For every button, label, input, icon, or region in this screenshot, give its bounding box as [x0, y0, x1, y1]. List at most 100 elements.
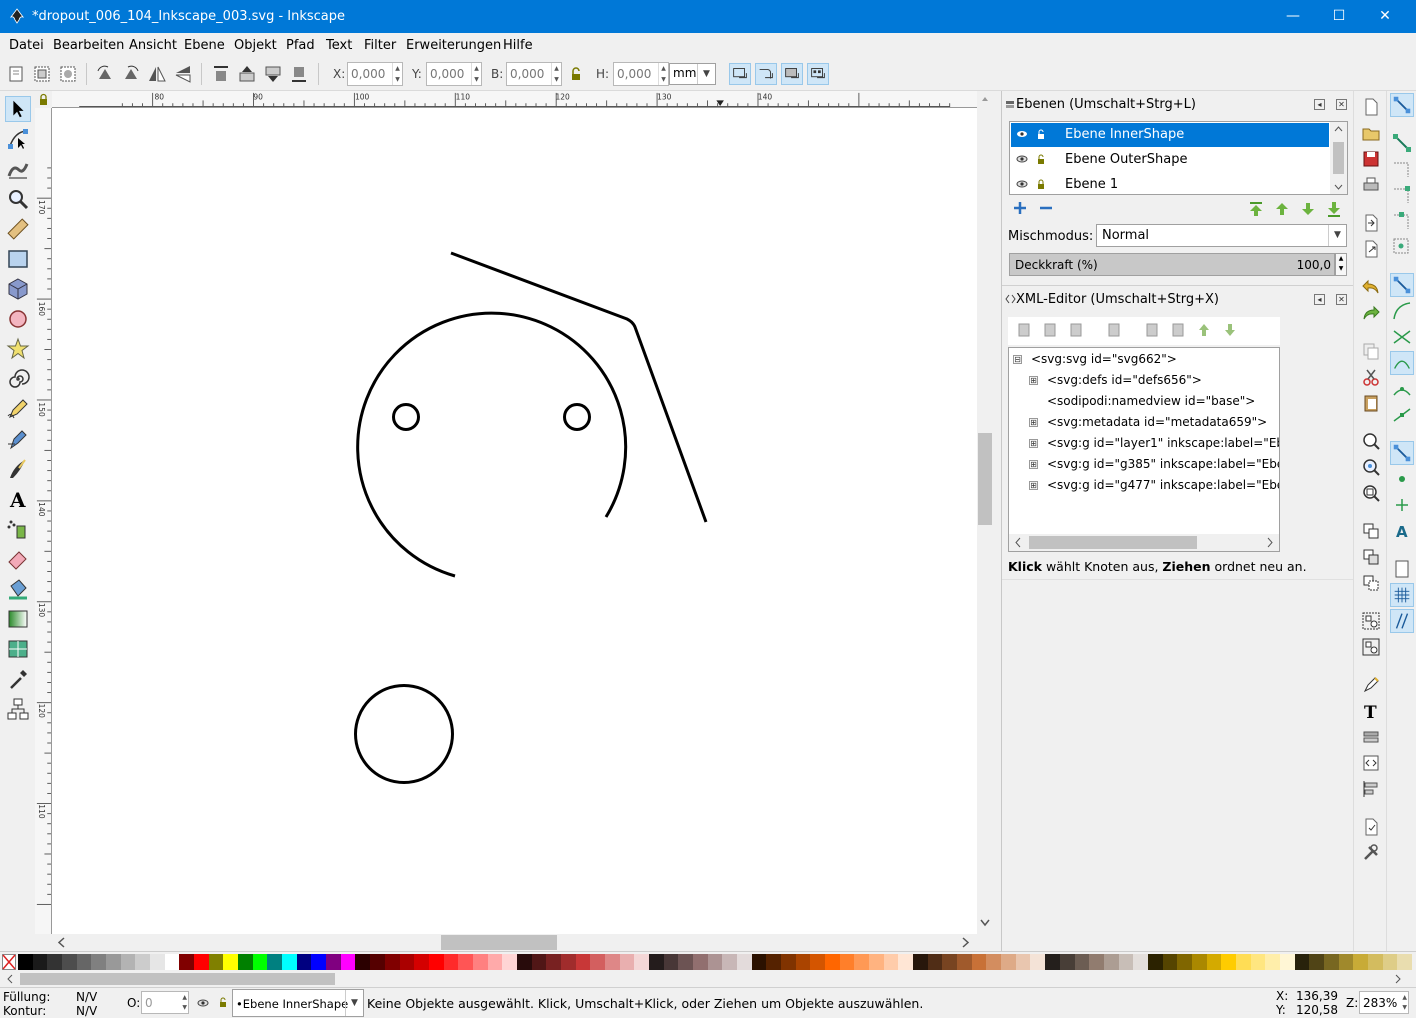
lower-to-bottom-icon[interactable]	[288, 63, 310, 85]
unlink-clone-icon[interactable]	[1361, 573, 1381, 593]
fill-stroke-icon[interactable]	[1361, 675, 1381, 695]
raise-icon[interactable]	[236, 63, 258, 85]
menu-ansicht[interactable]: Ansicht	[129, 38, 177, 53]
menu-bearbeiten[interactable]: Bearbeiten	[53, 38, 124, 53]
color-swatch[interactable]	[648, 954, 665, 970]
tree-expander[interactable]: ⊞	[1029, 376, 1038, 385]
scale-corners-toggle-icon[interactable]	[755, 63, 777, 85]
opacity-slider[interactable]: Deckkraft (%) 100,0	[1009, 253, 1335, 276]
snap-line-midpoints-icon[interactable]	[1390, 403, 1414, 427]
color-swatch[interactable]	[1103, 954, 1120, 970]
color-swatch[interactable]	[663, 954, 679, 970]
color-swatch[interactable]	[106, 954, 122, 970]
color-swatch[interactable]	[766, 954, 782, 970]
snap-others-icon[interactable]	[1390, 441, 1414, 465]
rectangle-tool-icon[interactable]	[5, 246, 31, 272]
color-swatch[interactable]	[164, 954, 180, 970]
zoom-page-icon[interactable]	[1361, 483, 1381, 503]
color-swatch[interactable]	[487, 954, 503, 970]
color-swatch[interactable]	[751, 954, 767, 970]
raise-to-top-icon[interactable]	[210, 63, 232, 85]
color-swatch[interactable]	[1001, 954, 1017, 970]
right-eye-circle[interactable]	[563, 403, 591, 431]
visibility-eye-icon[interactable]	[1016, 178, 1028, 190]
color-swatch[interactable]	[839, 954, 855, 970]
color-swatch[interactable]	[194, 954, 210, 970]
color-swatch[interactable]	[208, 954, 224, 970]
text-tool-icon[interactable]: A	[5, 486, 31, 512]
snap-bbox-corner-icon[interactable]	[1390, 183, 1414, 207]
layer-visibility-icon[interactable]	[197, 997, 209, 1009]
snap-rotation-center-icon[interactable]	[1390, 493, 1414, 517]
color-swatch[interactable]	[883, 954, 899, 970]
x-input[interactable]: 0,000 ▲ ▼	[347, 62, 403, 86]
color-swatch[interactable]	[971, 954, 987, 970]
snap-nodes-icon[interactable]	[1390, 273, 1414, 297]
tree-expander[interactable]: ⊞	[1029, 460, 1038, 469]
color-swatch[interactable]	[707, 954, 723, 970]
maximize-button[interactable]: ☐	[1316, 0, 1362, 33]
color-swatch[interactable]	[531, 954, 547, 970]
color-swatch[interactable]	[458, 954, 474, 970]
color-swatch[interactable]	[1323, 954, 1340, 970]
indent-node-icon[interactable]	[1170, 322, 1186, 338]
color-swatch[interactable]	[560, 954, 577, 970]
visibility-eye-icon[interactable]	[1016, 153, 1028, 165]
color-swatch[interactable]	[927, 954, 943, 970]
node-tool-icon[interactable]	[5, 126, 31, 152]
raise-node-icon[interactable]	[1196, 322, 1212, 338]
drawing-canvas[interactable]	[52, 108, 977, 934]
head-arc-path[interactable]	[356, 311, 628, 578]
opacity-spinner[interactable]: ▲ ▼	[1335, 253, 1347, 276]
horizontal-scrollbar[interactable]	[52, 934, 977, 951]
color-swatch[interactable]	[795, 954, 811, 970]
transform-gradients-toggle-icon[interactable]	[781, 63, 803, 85]
select-all-icon[interactable]	[5, 63, 27, 85]
no-paint-swatch-icon[interactable]	[2, 954, 16, 970]
color-swatch[interactable]	[311, 954, 327, 970]
color-swatch[interactable]	[1353, 954, 1369, 970]
layer-to-top-icon[interactable]	[1247, 200, 1265, 218]
xml-node-namedview[interactable]: <sodipodi:namedview id="base">	[1047, 394, 1255, 408]
menu-text[interactable]: Text	[326, 38, 352, 53]
y-input[interactable]: 0,000 ▲ ▼	[426, 62, 482, 86]
export-icon[interactable]	[1361, 239, 1381, 259]
color-swatch[interactable]	[678, 954, 694, 970]
color-swatch[interactable]	[76, 954, 92, 970]
snap-page-border-icon[interactable]	[1390, 557, 1414, 581]
layers-icon[interactable]	[1361, 727, 1381, 747]
zoom-drawing-icon[interactable]	[1361, 457, 1381, 477]
save-document-icon[interactable]	[1361, 149, 1381, 169]
color-swatch[interactable]	[634, 954, 650, 970]
new-document-icon[interactable]	[1361, 97, 1381, 117]
color-swatch[interactable]	[414, 954, 430, 970]
color-swatch[interactable]	[1030, 954, 1046, 970]
stroke-value[interactable]: N/V	[76, 1004, 97, 1018]
outer-shape-path[interactable]	[450, 251, 708, 523]
ungroup-icon[interactable]	[1361, 637, 1381, 657]
color-swatch[interactable]	[913, 954, 929, 970]
minimize-button[interactable]: —	[1270, 0, 1316, 33]
color-swatch[interactable]	[18, 954, 34, 970]
color-swatch[interactable]	[516, 954, 533, 970]
color-swatch[interactable]	[854, 954, 870, 970]
measure-tool-icon[interactable]	[5, 216, 31, 242]
zoom-tool-icon[interactable]	[5, 186, 31, 212]
color-swatch[interactable]	[590, 954, 606, 970]
fill-value[interactable]: N/V	[76, 990, 97, 1004]
align-distribute-icon[interactable]	[1361, 779, 1381, 799]
undo-icon[interactable]	[1361, 277, 1381, 297]
mesh-tool-icon[interactable]	[5, 636, 31, 662]
xml-node-svg-root[interactable]: <svg:svg id="svg662">	[1031, 352, 1177, 366]
paste-icon[interactable]	[1361, 393, 1381, 413]
color-swatch[interactable]	[1279, 954, 1296, 970]
color-swatch[interactable]	[179, 954, 195, 970]
color-swatch[interactable]	[238, 954, 254, 970]
color-swatch[interactable]	[1162, 954, 1178, 970]
paint-bucket-tool-icon[interactable]	[5, 576, 31, 602]
color-swatch[interactable]	[692, 954, 709, 970]
color-swatch[interactable]	[1074, 954, 1090, 970]
color-swatch[interactable]	[399, 954, 415, 970]
3d-box-tool-icon[interactable]	[5, 276, 31, 302]
color-swatch[interactable]	[1177, 954, 1193, 970]
